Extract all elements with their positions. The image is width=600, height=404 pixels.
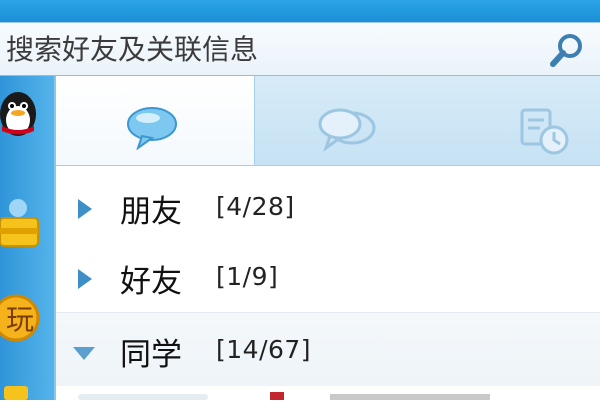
- search-icon[interactable]: [548, 31, 588, 71]
- tab-recent[interactable]: [424, 76, 600, 165]
- contact-tabs: [56, 76, 600, 166]
- group-name: 朋友: [120, 194, 182, 230]
- avatar: [78, 394, 208, 400]
- expand-arrow-icon: [78, 269, 92, 289]
- group-row-classmates[interactable]: 同学 [14/67]: [56, 312, 600, 386]
- expand-arrow-icon: [78, 199, 92, 219]
- group-chat-icon: [318, 108, 376, 152]
- tab-contacts[interactable]: [56, 76, 255, 165]
- qq-penguin-icon[interactable]: [0, 82, 50, 142]
- status-badge: [270, 392, 284, 400]
- group-name: 好友: [120, 264, 182, 300]
- search-bar: [0, 22, 600, 76]
- buddy-group-list: 朋友 [4/28] 好友 [1/9] 同学 [14/67]: [56, 166, 600, 400]
- group-online-count: [4/28]: [216, 192, 295, 221]
- collapse-arrow-icon: [73, 347, 95, 360]
- game-icon[interactable]: 玩: [0, 288, 50, 348]
- qzone-icon[interactable]: [0, 194, 50, 254]
- group-name: 同学: [120, 337, 182, 373]
- chat-bubble-icon: [127, 107, 177, 150]
- group-row-buddies[interactable]: 好友 [1/9]: [56, 240, 600, 313]
- contact-name-partial: [330, 394, 490, 400]
- contact-row-partial[interactable]: [0, 386, 600, 400]
- group-online-count: [14/67]: [216, 335, 312, 364]
- tab-groups[interactable]: [254, 76, 424, 165]
- svg-text:玩: 玩: [6, 303, 34, 336]
- app-rail: 玩: [0, 76, 56, 400]
- search-input[interactable]: [0, 29, 546, 69]
- window-title-bar: [0, 0, 600, 22]
- group-row-friends[interactable]: 朋友 [4/28]: [56, 170, 600, 243]
- group-online-count: [1/9]: [216, 262, 279, 291]
- recent-contacts-icon: [520, 108, 569, 155]
